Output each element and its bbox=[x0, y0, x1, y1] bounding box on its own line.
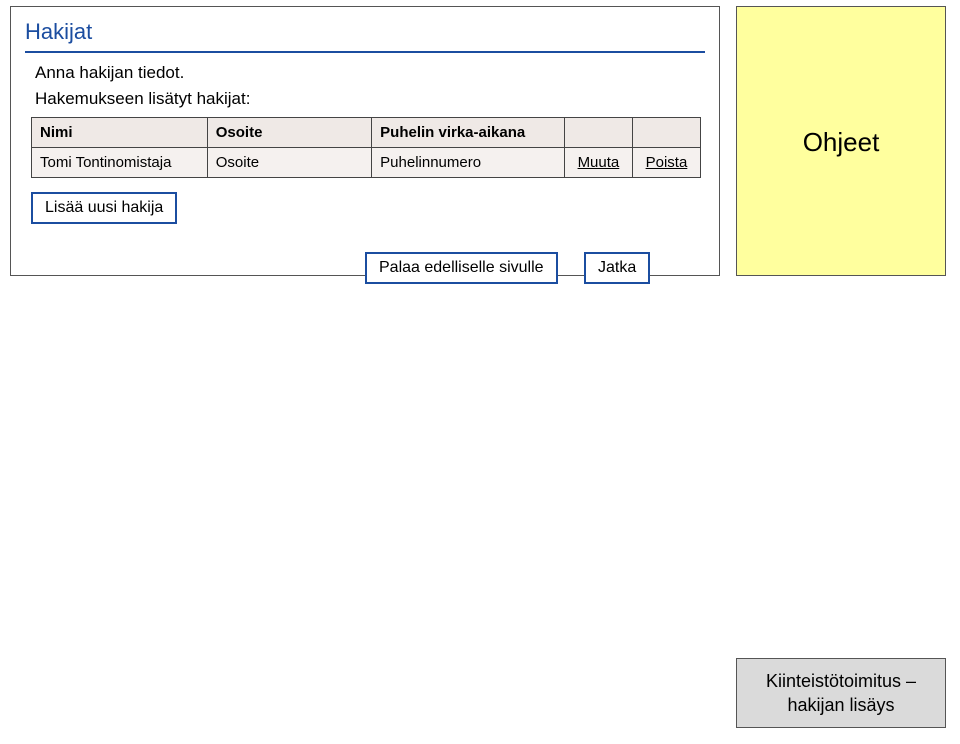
col-phone-header: Puhelin virka-aikana bbox=[372, 118, 565, 148]
col-address-header: Osoite bbox=[207, 118, 371, 148]
caption-line2: hakijan lisäys bbox=[787, 693, 894, 717]
cell-name: Tomi Tontinomistaja bbox=[32, 148, 208, 178]
applicants-panel: Hakijat Anna hakijan tiedot. Hakemukseen… bbox=[10, 6, 720, 276]
applicants-table: Nimi Osoite Puhelin virka-aikana Tomi To… bbox=[31, 117, 701, 178]
slide-caption: Kiinteistötoimitus – hakijan lisäys bbox=[736, 658, 946, 728]
delete-link[interactable]: Poista bbox=[646, 154, 688, 171]
section-title: Hakijat bbox=[25, 19, 705, 45]
help-panel: Ohjeet bbox=[736, 6, 946, 276]
table-header-row: Nimi Osoite Puhelin virka-aikana bbox=[32, 118, 701, 148]
next-button[interactable]: Jatka bbox=[584, 252, 650, 284]
title-divider bbox=[25, 51, 705, 53]
caption-line1: Kiinteistötoimitus – bbox=[766, 669, 916, 693]
help-title: Ohjeet bbox=[803, 127, 880, 158]
col-edit-header bbox=[564, 118, 632, 148]
edit-link[interactable]: Muuta bbox=[578, 154, 620, 171]
back-button[interactable]: Palaa edelliselle sivulle bbox=[365, 252, 558, 284]
cell-address: Osoite bbox=[207, 148, 371, 178]
col-name-header: Nimi bbox=[32, 118, 208, 148]
nav-button-row: Palaa edelliselle sivulle Jatka bbox=[365, 252, 705, 284]
add-applicant-button[interactable]: Lisää uusi hakija bbox=[31, 192, 177, 224]
instruction-text: Anna hakijan tiedot. bbox=[35, 63, 705, 83]
cell-phone: Puhelinnumero bbox=[372, 148, 565, 178]
col-delete-header bbox=[632, 118, 700, 148]
table-row: Tomi Tontinomistaja Osoite Puhelinnumero… bbox=[32, 148, 701, 178]
applicants-subhead: Hakemukseen lisätyt hakijat: bbox=[35, 89, 705, 109]
